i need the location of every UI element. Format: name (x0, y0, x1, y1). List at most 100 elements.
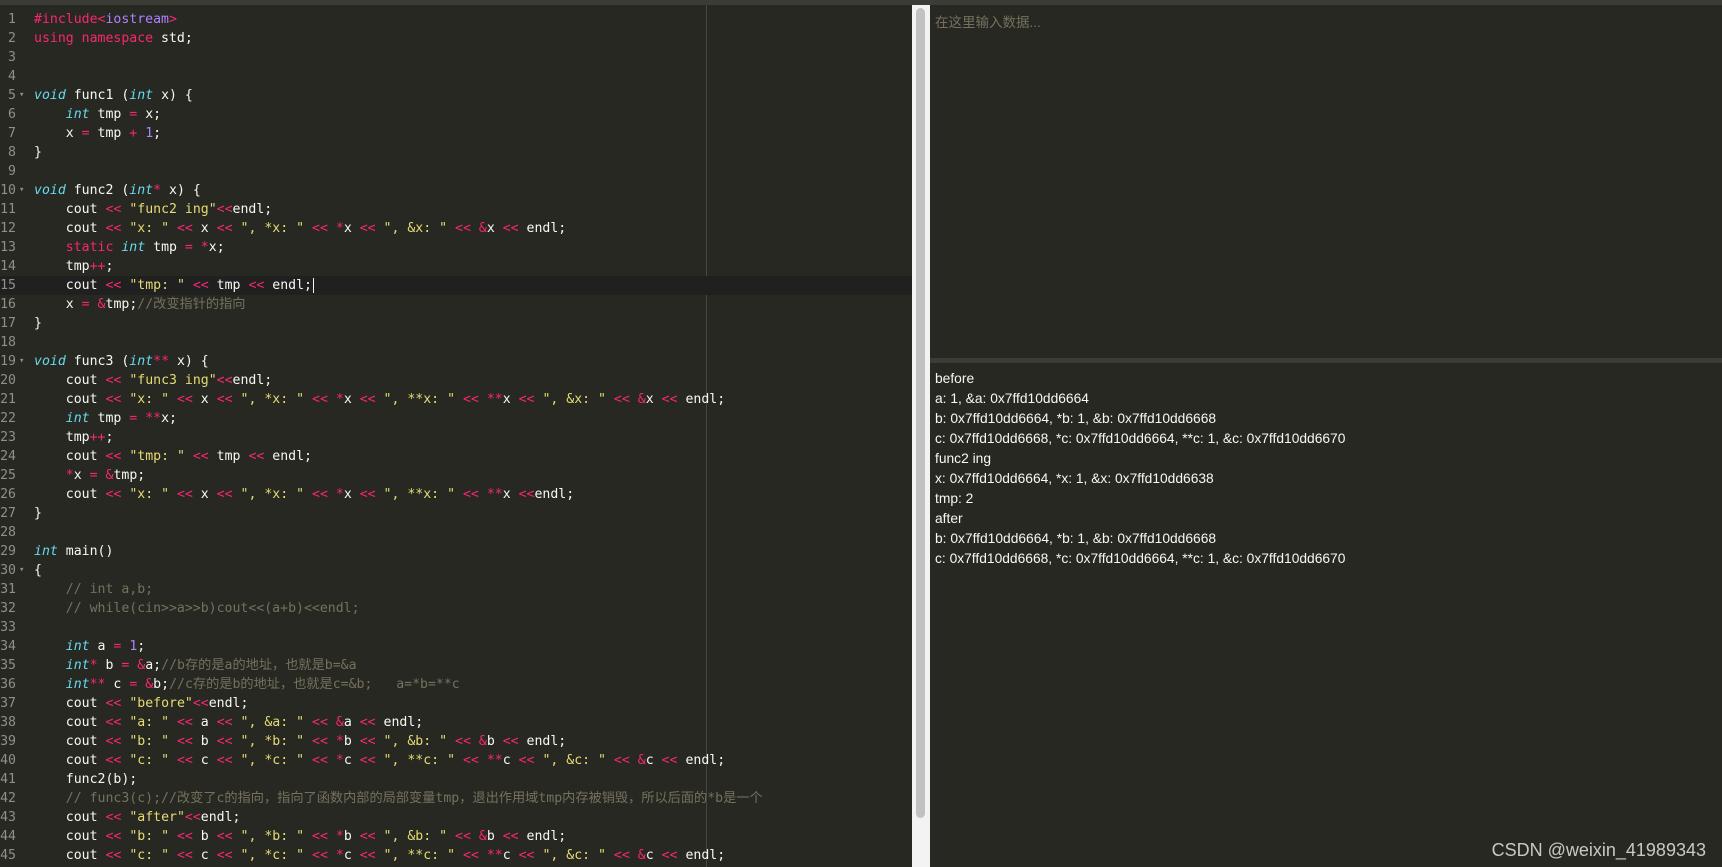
code-line[interactable]: 12 cout << "x: " << x << ", *x: " << *x … (0, 219, 912, 238)
line-number: 21 (0, 392, 16, 407)
code-text: } (34, 506, 42, 521)
code-line[interactable]: 9 (0, 162, 912, 181)
code-line[interactable]: 3 (0, 48, 912, 67)
line-number: 41 (0, 772, 16, 787)
code-line[interactable]: 38 cout << "a: " << a << ", &a: " << &a … (0, 713, 912, 732)
code-text: tmp++; (34, 259, 114, 274)
code-line[interactable]: 37 cout << "before"<<endl; (0, 694, 912, 713)
code-line[interactable]: 35 int* b = &a;//b存的是a的地址，也就是b=&a (0, 656, 912, 675)
code-line[interactable]: 43 cout << "after"<<endl; (0, 808, 912, 827)
code-line[interactable]: 25 *x = &tmp; (0, 466, 912, 485)
code-line[interactable]: 41 func2(b); (0, 770, 912, 789)
code-line[interactable]: 31 // int a,b; (0, 580, 912, 599)
line-number: 44 (0, 829, 16, 844)
code-line[interactable]: 20 cout << "func3 ing"<<endl; (0, 371, 912, 390)
code-line[interactable]: 40 cout << "c: " << c << ", *c: " << *c … (0, 751, 912, 770)
code-line[interactable]: 36 int** c = &b;//c存的是b的地址，也就是c=&b; a=*b… (0, 675, 912, 694)
code-line[interactable]: 6 int tmp = x; (0, 105, 912, 124)
code-lines[interactable]: 1 #include<iostream> 2 using namespace std;… (0, 10, 912, 865)
code-text: int a = 1; (65, 639, 146, 654)
code-text: cout << "tmp: " << tmp << endl; (34, 449, 312, 464)
line-number: 9 (8, 164, 16, 179)
code-line[interactable]: 34 int a = 1; (0, 637, 912, 656)
line-number: 17 (0, 316, 16, 331)
code-line[interactable]: 5 ▾ void func1 (int x) { (0, 86, 912, 105)
code-text: // int a,b; (34, 582, 154, 597)
code-line[interactable]: 21 cout << "x: " << x << ", *x: " << *x … (0, 390, 912, 409)
code-line[interactable]: 45 cout << "c: " << c << ", *c: " << *c … (0, 846, 912, 865)
code-text: void func3 (int** x) { (34, 354, 209, 369)
code-text: void func1 (int x) { (34, 88, 193, 103)
code-line[interactable]: 7 x = tmp + 1; (0, 124, 912, 143)
code-line[interactable]: 24 cout << "tmp: " << tmp << endl; (0, 447, 912, 466)
line-number: 6 (8, 107, 16, 122)
code-text: cout << "before"<<endl; (34, 696, 249, 711)
code-line[interactable]: 28 (0, 523, 912, 542)
panel-divider[interactable] (930, 358, 1722, 363)
code-line[interactable]: 10 ▾ void func2 (int* x) { (0, 181, 912, 200)
line-number: 43 (0, 810, 16, 825)
code-line[interactable]: 44 cout << "b: " << b << ", *b: " << *b … (0, 827, 912, 846)
code-line[interactable]: 4 (0, 67, 912, 86)
code-line[interactable]: 17} (0, 314, 912, 333)
code-editor[interactable]: 1 #include<iostream> 2 using namespace std;… (0, 5, 912, 867)
line-number: 15 (0, 278, 16, 293)
code-line[interactable]: 30 ▾ { (0, 561, 912, 580)
code-line[interactable]: 11 cout << "func2 ing"<<endl; (0, 200, 912, 219)
output-line: x: 0x7ffd10dd6664, *x: 1, &x: 0x7ffd10dd… (935, 471, 1214, 486)
code-line[interactable]: 1 #include<iostream> (0, 10, 912, 29)
io-panel: 在这里输入数据... before a: 1, &a: 0x7ffd10dd666… (930, 5, 1722, 867)
output-line: after (935, 511, 963, 526)
line-number: 42 (0, 791, 16, 806)
code-line[interactable]: 18 (0, 333, 912, 352)
code-line[interactable]: 2 using namespace std; (0, 29, 912, 48)
line-number: 23 (0, 430, 16, 445)
code-line[interactable]: 29 int main() (0, 542, 912, 561)
code-line[interactable]: 23 tmp++; (0, 428, 912, 447)
line-number: 35 (0, 658, 16, 673)
editor-scrollbar-thumb[interactable] (916, 8, 925, 818)
line-number: 1 (8, 12, 16, 27)
code-text: int tmp = **x; (65, 411, 177, 426)
line-number: 3 (8, 50, 16, 65)
line-number: 14 (0, 259, 16, 274)
code-line[interactable]: 16 x = &tmp;//改变指针的指向 (0, 295, 912, 314)
fold-toggle-icon[interactable]: ▾ (19, 86, 28, 105)
code-line[interactable]: 15 cout << "tmp: " << tmp << endl; (0, 276, 912, 295)
code-line[interactable]: 42 // func3(c);//改变了c的指向，指向了函数内部的局部变量tmp… (0, 789, 912, 808)
code-line[interactable]: 14 tmp++; (0, 257, 912, 276)
output-line: before (935, 371, 975, 386)
code-line[interactable]: 27} (0, 504, 912, 523)
code-line[interactable]: 22 int tmp = **x; (0, 409, 912, 428)
code-line[interactable]: 19 ▾ void func3 (int** x) { (0, 352, 912, 371)
code-line[interactable]: 26 cout << "x: " << x << ", *x: " << *x … (0, 485, 912, 504)
stdout-output: before a: 1, &a: 0x7ffd10dd6664 b: 0x7ffd1… (935, 369, 1345, 569)
line-number: 36 (0, 677, 16, 692)
fold-toggle-icon[interactable]: ▾ (19, 352, 28, 371)
code-text: int** c = &b;//c存的是b的地址，也就是c=&b; a=*b=**… (65, 677, 460, 692)
fold-toggle-icon[interactable]: ▾ (19, 561, 28, 580)
code-line[interactable]: 32 // while(cin>>a>>b)cout<<(a+b)<<endl; (0, 599, 912, 618)
output-line: b: 0x7ffd10dd6664, *b: 1, &b: 0x7ffd10dd… (935, 531, 1217, 546)
code-text: cout << "b: " << b << ", *b: " << *b << … (34, 734, 567, 749)
code-line[interactable]: 39 cout << "b: " << b << ", *b: " << *b … (0, 732, 912, 751)
stdin-placeholder: 在这里输入数据... (935, 15, 1041, 30)
line-number: 18 (0, 335, 16, 350)
output-line: b: 0x7ffd10dd6664, *b: 1, &b: 0x7ffd10dd… (935, 411, 1217, 426)
code-line[interactable]: 8} (0, 143, 912, 162)
stdin-input[interactable]: 在这里输入数据... (930, 5, 1722, 358)
line-number: 30 (0, 563, 16, 578)
output-line: tmp: 2 (935, 491, 974, 506)
line-number: 34 (0, 639, 16, 654)
code-text: } (34, 145, 42, 160)
code-text: cout << "x: " << x << ", *x: " << *x << … (34, 392, 726, 407)
fold-toggle-icon[interactable]: ▾ (19, 181, 28, 200)
code-text: int main() (34, 544, 114, 559)
code-text: cout << "tmp: " << tmp << endl; (34, 277, 314, 293)
line-number: 40 (0, 753, 16, 768)
code-text: *x = &tmp; (65, 468, 146, 483)
code-line[interactable]: 13 static int tmp = *x; (0, 238, 912, 257)
line-number: 4 (8, 69, 16, 84)
code-text: } (34, 316, 42, 331)
code-line[interactable]: 33 (0, 618, 912, 637)
